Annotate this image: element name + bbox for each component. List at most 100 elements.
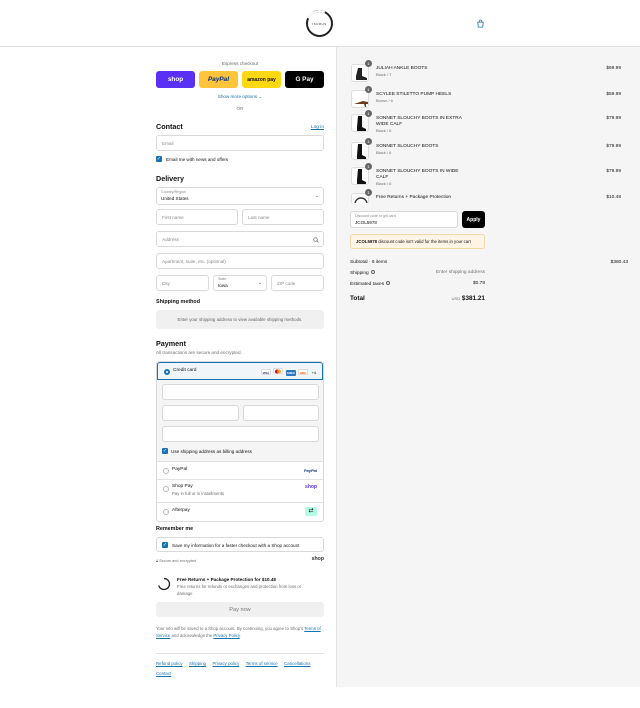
billing-same-label: Use shipping address as billing address xyxy=(171,448,252,454)
logo-arc xyxy=(302,6,337,41)
discount-value: JCOL5978 xyxy=(355,220,377,225)
shipping-label: Shipping xyxy=(350,271,369,276)
expiry-field[interactable] xyxy=(162,405,239,421)
subtotal-label: Subtotal · 6 items xyxy=(350,260,388,265)
payment-methods: Credit card VISA AMEX DISC +4 ✓ Use ship… xyxy=(156,361,324,522)
country-value: United States xyxy=(161,196,189,201)
discount-input[interactable]: Discount code or gift card JCOL5978 xyxy=(350,211,458,228)
quantity-badge: 1 xyxy=(365,110,372,117)
credit-card-label: Credit card xyxy=(173,368,197,373)
refund-policy-link[interactable]: Refund policy xyxy=(156,661,183,666)
credit-card-option[interactable]: Credit card VISA AMEX DISC +4 xyxy=(157,362,323,380)
paypal-option[interactable]: PayPal PayPal xyxy=(157,462,323,480)
item-name: SONNET SLOUCHY BOOTS IN EXTRA WIDE CALF xyxy=(376,116,462,127)
afterpay-logo: ⇄ xyxy=(305,507,317,516)
privacy-policy-footer-link[interactable]: Privacy policy xyxy=(212,661,239,666)
item-info: SONNET SLOUCHY BOOTS Black / 6 xyxy=(376,144,466,156)
newsletter-checkbox[interactable]: ✓ xyxy=(156,156,162,162)
address-placeholder: Address xyxy=(162,237,179,242)
name-on-card-field[interactable] xyxy=(162,426,319,442)
line-item: 1 SCYLEE STILETTO PUMP HEELS Brown / 6 $… xyxy=(351,86,627,112)
header: ISURUS xyxy=(0,0,640,47)
shop-pay-subtitle: Pay in full or in installments xyxy=(172,491,225,496)
line-item: 1 SONNET SLOUCHY BOOTS IN WIDE CALF Blac… xyxy=(351,163,627,189)
cancellations-link[interactable]: Cancellations xyxy=(284,661,310,666)
paypal-button[interactable]: PayPal xyxy=(199,71,238,88)
item-price: $69.99 xyxy=(606,66,621,71)
store-logo[interactable]: ISURUS xyxy=(302,6,337,41)
country-select[interactable]: Country/Region United States ⌄ xyxy=(156,187,324,205)
shop-logo: shop xyxy=(311,556,324,562)
item-name: SONNET SLOUCHY BOOTS IN WIDE CALF xyxy=(376,169,459,180)
city-field[interactable]: City xyxy=(156,275,209,291)
login-link[interactable]: Log in xyxy=(311,125,324,130)
terms-text-part: . xyxy=(239,633,241,638)
security-code-field[interactable] xyxy=(243,405,319,421)
shop-pay-radio[interactable] xyxy=(163,486,169,492)
apartment-field[interactable]: Apartment, suite, etc. (optional) xyxy=(156,253,324,269)
protection-title: Free Returns + Package Protection for $1… xyxy=(177,577,276,582)
taxes-row: Estimated taxes $0.78 xyxy=(350,281,485,287)
item-price: $79.99 xyxy=(606,169,621,174)
warning-text: discount code isn't valid for the items … xyxy=(378,239,471,244)
last-name-field[interactable]: Last name xyxy=(242,209,324,225)
secure-encrypted: 🔒︎ Secure and encrypted xyxy=(156,559,196,563)
shipping-link[interactable]: Shipping xyxy=(189,661,206,666)
item-price: $59.99 xyxy=(606,92,621,97)
address-field[interactable]: Address xyxy=(156,231,324,247)
info-icon[interactable] xyxy=(386,281,391,285)
bag-icon[interactable] xyxy=(476,19,485,28)
credit-card-radio[interactable] xyxy=(164,369,170,375)
google-pay-button[interactable]: G Pay xyxy=(285,71,324,88)
shop-pay-option[interactable]: Shop Pay Pay in full or in installments … xyxy=(157,480,323,503)
info-icon[interactable] xyxy=(371,270,376,274)
chevron-down-icon: ⌄ xyxy=(257,280,262,286)
afterpay-label: Afterpay xyxy=(172,508,190,513)
newsletter-label: Email me with news and offers xyxy=(166,156,229,162)
item-price: $10.48 xyxy=(606,195,621,200)
show-more-options-link[interactable]: Show more options ⌄ xyxy=(156,94,324,100)
discount-warning: JCOL5978 discount code isn't valid for t… xyxy=(350,234,485,249)
save-info-row[interactable]: ✓ Save my information for a faster check… xyxy=(162,542,299,548)
order-summary: 1 JULIAH ANKLE BOOTS Black / 7 $69.99 1 … xyxy=(336,47,640,687)
state-label: State xyxy=(218,277,227,281)
apply-button[interactable]: Apply xyxy=(462,211,485,228)
billing-same-row[interactable]: ✓ Use shipping address as billing addres… xyxy=(162,448,252,454)
item-variant: Brown / 6 xyxy=(376,98,393,103)
privacy-policy-link[interactable]: Privacy Policy xyxy=(213,633,239,638)
footer-links: Refund policy Shipping Privacy policy Te… xyxy=(156,659,324,679)
line-item: 1 SONNET SLOUCHY BOOTS Black / 6 $79.99 xyxy=(351,138,627,164)
shipping-value: Enter shipping address xyxy=(435,270,485,275)
pay-now-button[interactable]: Pay now xyxy=(156,602,324,617)
contact-link[interactable]: Contact xyxy=(156,671,171,676)
afterpay-option[interactable]: Afterpay ⇄ xyxy=(157,503,323,521)
save-info-checkbox[interactable]: ✓ xyxy=(162,542,168,548)
billing-same-checkbox[interactable]: ✓ xyxy=(162,448,168,454)
zip-field[interactable]: ZIP code xyxy=(271,275,324,291)
item-info: JULIAH ANKLE BOOTS Black / 7 xyxy=(376,66,466,78)
shipping-method-title: Shipping method xyxy=(156,299,201,305)
item-info: SCYLEE STILETTO PUMP HEELS Brown / 6 xyxy=(376,92,466,104)
city-placeholder: City xyxy=(162,281,170,286)
card-form: ✓ Use shipping address as billing addres… xyxy=(157,380,323,462)
newsletter-row[interactable]: ✓ Email me with news and offers xyxy=(156,156,228,162)
email-field[interactable]: Email xyxy=(156,135,324,151)
terms-of-service-footer-link[interactable]: Terms of service xyxy=(246,661,278,666)
save-info-box[interactable]: ✓ Save my information for a faster check… xyxy=(156,537,324,552)
shop-pay-button[interactable]: shop xyxy=(156,71,195,88)
state-value: Iowa xyxy=(218,283,228,288)
amazon-pay-button[interactable]: amazon pay xyxy=(242,71,281,88)
state-select[interactable]: State Iowa ⌄ xyxy=(213,275,267,291)
total-row: Total USD $381.21 xyxy=(350,295,485,302)
item-info: SONNET SLOUCHY BOOTS IN WIDE CALF Black … xyxy=(376,169,466,187)
item-name: Free Returns + Package Protection xyxy=(376,195,452,200)
paypal-radio[interactable] xyxy=(163,468,169,474)
delivery-title: Delivery xyxy=(156,174,184,183)
afterpay-radio[interactable] xyxy=(163,509,169,515)
card-number-field[interactable] xyxy=(162,384,319,400)
country-label: Country/Region xyxy=(161,190,186,194)
payment-subtitle: All transactions are secure and encrypte… xyxy=(156,350,242,355)
terms-text-part: and acknowledge the xyxy=(171,633,213,638)
first-name-field[interactable]: First name xyxy=(156,209,238,225)
footer-divider xyxy=(156,653,324,654)
